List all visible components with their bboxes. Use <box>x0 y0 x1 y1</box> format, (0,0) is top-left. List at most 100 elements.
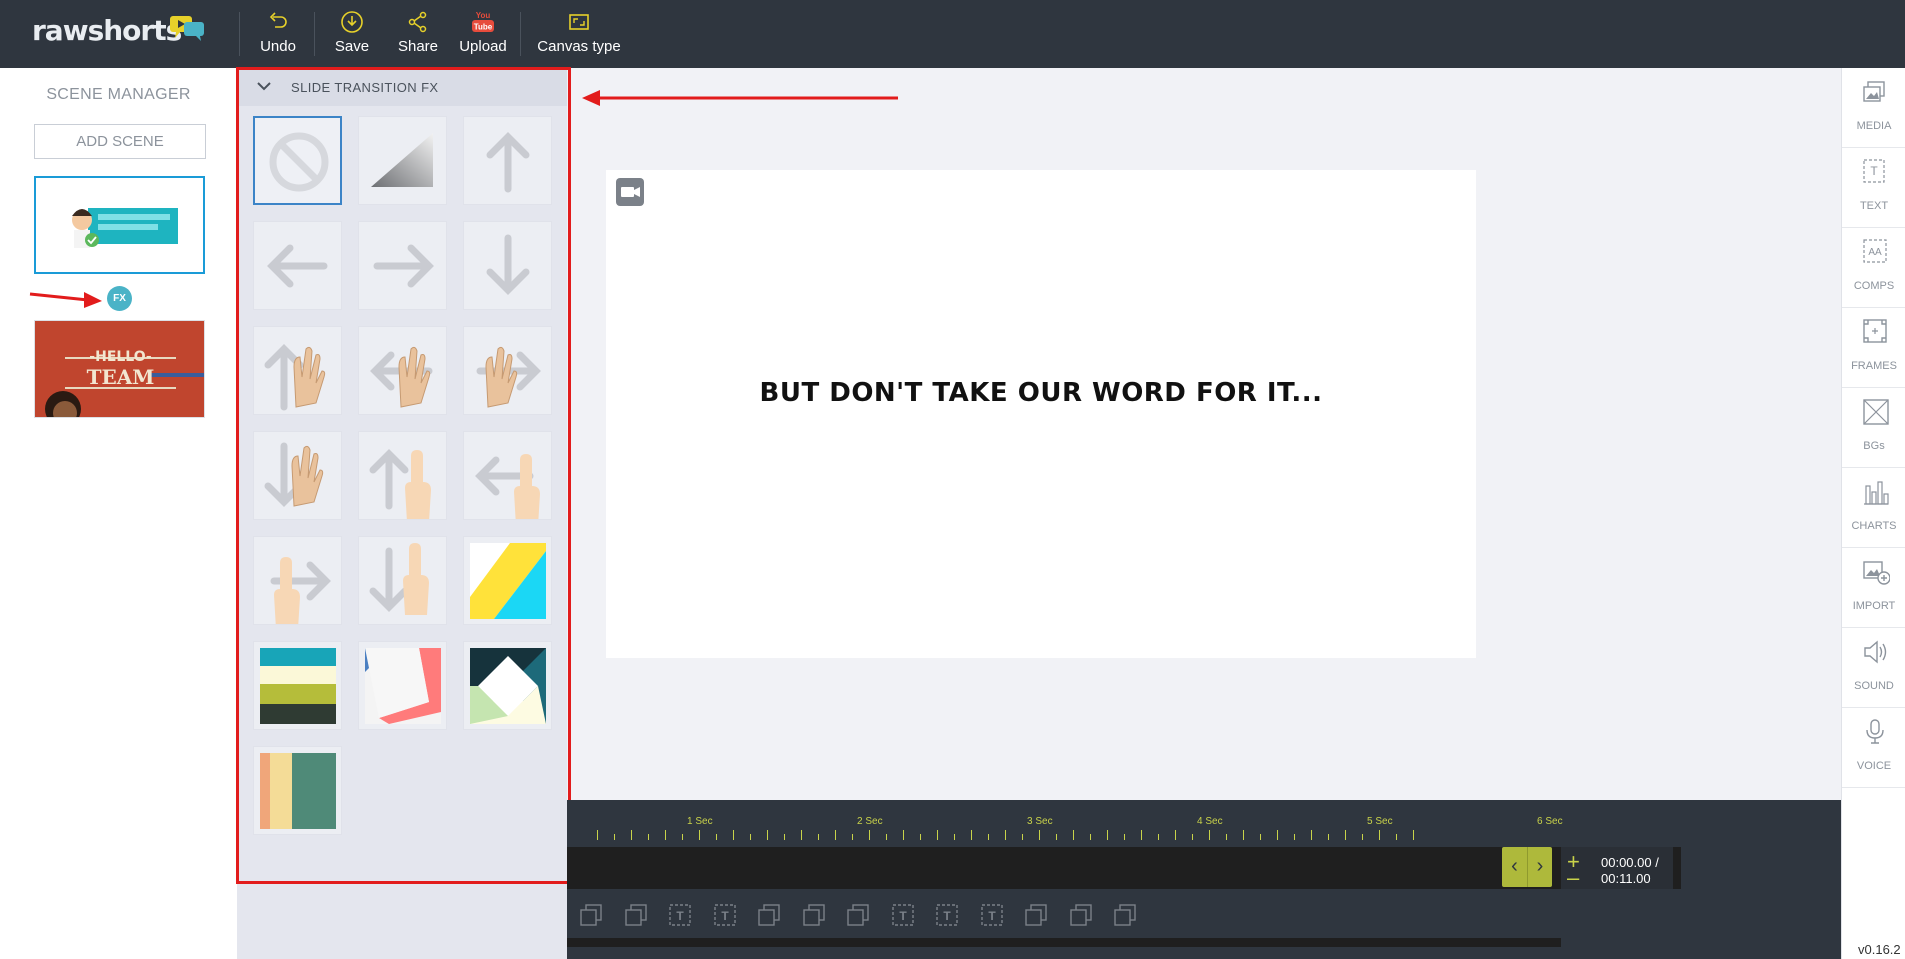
diagonal-wipe-icon <box>470 543 546 619</box>
tool-label: VOICE <box>1856 760 1892 772</box>
fx-tile-paper-fold[interactable] <box>358 641 447 730</box>
upload-button[interactable]: You Tube Upload <box>456 10 510 58</box>
ruler-tick <box>818 834 819 840</box>
timeline-media-layer-icon[interactable] <box>846 903 870 927</box>
fx-tile-vertical-bars[interactable] <box>253 746 342 835</box>
ruler-tick <box>1243 830 1244 840</box>
ruler-tick <box>716 834 717 840</box>
timeline-media-layer-icon[interactable] <box>579 903 603 927</box>
canvas-type-button[interactable]: Canvas type <box>534 10 624 58</box>
tool-frames[interactable]: FRAMES <box>1842 308 1905 388</box>
time-readout: 00:00.00 / 00:11.00 <box>1601 855 1659 887</box>
add-scene-button[interactable]: ADD SCENE <box>34 124 206 159</box>
fx-tile-diamond-wipe[interactable] <box>463 641 552 730</box>
timeline-text-layer-icon[interactable]: T <box>935 903 959 927</box>
slide-canvas[interactable]: BUT DON'T TAKE OUR WORD FOR IT... <box>606 170 1476 658</box>
ruler-tick <box>733 830 734 840</box>
tool-label: TEXT <box>1859 200 1889 212</box>
ruler-tick <box>1107 830 1108 840</box>
timeline-media-layer-icon[interactable] <box>757 903 781 927</box>
timeline-text-layer-icon[interactable]: T <box>980 903 1004 927</box>
media-icon <box>1863 81 1885 102</box>
ruler-label: 2 Sec <box>857 816 883 827</box>
timeline-next-button[interactable]: › <box>1527 847 1552 887</box>
scene-manager-panel: SCENE MANAGER ADD SCENE FX -HELLO- TEAM <box>0 68 237 959</box>
timeline-text-layer-icon[interactable]: T <box>891 903 915 927</box>
hand-swipe-right-icon <box>476 346 541 408</box>
scene-thumbnail-2[interactable]: -HELLO- TEAM <box>34 320 205 418</box>
fx-tile-finger-swipe-left[interactable] <box>463 431 552 520</box>
tool-charts[interactable]: CHARTS <box>1842 468 1905 548</box>
app-logo[interactable]: rawshorts <box>32 14 182 47</box>
fx-transition-badge[interactable]: FX <box>107 286 132 311</box>
timeline-nav: ‹ › <box>1502 847 1552 887</box>
fx-tile-none[interactable] <box>253 116 342 205</box>
svg-text:AA: AA <box>1868 247 1882 258</box>
frames-icon <box>1863 319 1887 343</box>
save-button[interactable]: Save <box>332 10 372 58</box>
right-tool-sidebar: MEDIA T TEXT AA COMPS FRAMES BGs CHARTS IMPORT SO… <box>1841 68 1905 959</box>
timeline-media-layer-icon[interactable] <box>624 903 648 927</box>
tool-text[interactable]: T TEXT <box>1842 148 1905 228</box>
fx-tile-fade[interactable] <box>358 116 447 205</box>
fx-tile-arrow-down[interactable] <box>463 221 552 310</box>
tool-label: FRAMES <box>1851 360 1897 372</box>
tool-voice[interactable]: VOICE <box>1842 708 1905 788</box>
fx-tile-hand-swipe-right[interactable] <box>463 326 552 415</box>
fx-tile-arrow-up[interactable] <box>463 116 552 205</box>
timeline-text-layer-icon[interactable]: T <box>668 903 692 927</box>
fx-tile-finger-swipe-up[interactable] <box>358 431 447 520</box>
hand-swipe-left-icon <box>370 346 433 408</box>
ruler-tick <box>648 834 649 840</box>
ruler-tick <box>631 830 632 840</box>
fx-tile-arrow-right[interactable] <box>358 221 447 310</box>
tool-sound[interactable]: SOUND <box>1842 628 1905 708</box>
tool-import[interactable]: IMPORT <box>1842 548 1905 628</box>
timeline-text-layer-icon[interactable]: T <box>713 903 737 927</box>
toolbar-divider <box>520 12 521 56</box>
zoom-out-button[interactable]: – <box>1567 865 1579 891</box>
ruler-tick <box>988 834 989 840</box>
video-camera-icon[interactable] <box>616 178 644 206</box>
timeline-media-layer-icon[interactable] <box>1069 903 1093 927</box>
timeline-prev-button[interactable]: ‹ <box>1502 847 1527 887</box>
fx-tile-finger-swipe-right[interactable] <box>253 536 342 625</box>
fx-tile-diagonal-wipe[interactable] <box>463 536 552 625</box>
slide-headline-text[interactable]: BUT DON'T TAKE OUR WORD FOR IT... <box>606 378 1476 408</box>
timeline-media-layer-icon[interactable] <box>802 903 826 927</box>
ruler-tick <box>1294 834 1295 840</box>
comps-icon: AA <box>1863 239 1887 263</box>
share-button[interactable]: Share <box>396 10 440 58</box>
fx-tile-hand-swipe-left[interactable] <box>358 326 447 415</box>
timeline-panel: 1 Sec 2 Sec 3 Sec 4 Sec 5 Sec 6 Sec ‹ › + – 0… <box>567 800 1841 959</box>
timeline-media-layer-icon[interactable] <box>1113 903 1137 927</box>
tool-bgs[interactable]: BGs <box>1842 388 1905 468</box>
svg-text:T: T <box>676 909 684 923</box>
tool-label: IMPORT <box>1852 600 1896 612</box>
fx-tile-stripes-wipe[interactable] <box>253 641 342 730</box>
fx-tile-finger-swipe-down[interactable] <box>358 536 447 625</box>
ruler-tick <box>869 830 870 840</box>
tool-comps[interactable]: AA COMPS <box>1842 228 1905 308</box>
ruler-label: 4 Sec <box>1197 816 1223 827</box>
ruler-label: 5 Sec <box>1367 816 1393 827</box>
fx-panel-header[interactable]: SLIDE TRANSITION FX <box>237 68 567 106</box>
ruler-tick <box>1158 834 1159 840</box>
ruler-tick <box>1124 834 1125 840</box>
ruler-tick <box>1345 830 1346 840</box>
scene-thumbnail-1[interactable] <box>34 176 205 274</box>
fx-tile-hand-swipe-up[interactable] <box>253 326 342 415</box>
undo-button[interactable]: Undo <box>256 10 300 58</box>
arrow-right-icon <box>373 244 434 288</box>
fx-tile-hand-swipe-down[interactable] <box>253 431 342 520</box>
scene-manager-title: SCENE MANAGER <box>46 86 191 103</box>
ruler-tick <box>1311 830 1312 840</box>
undo-icon <box>269 12 287 28</box>
timeline-scrollbar[interactable] <box>567 938 1561 947</box>
logo-bubbles-icon <box>170 16 204 41</box>
fx-tile-arrow-left[interactable] <box>253 221 342 310</box>
sound-icon <box>1864 640 1887 664</box>
timeline-media-layer-icon[interactable] <box>1024 903 1048 927</box>
charts-icon <box>1864 481 1889 505</box>
tool-media[interactable]: MEDIA <box>1842 68 1905 148</box>
